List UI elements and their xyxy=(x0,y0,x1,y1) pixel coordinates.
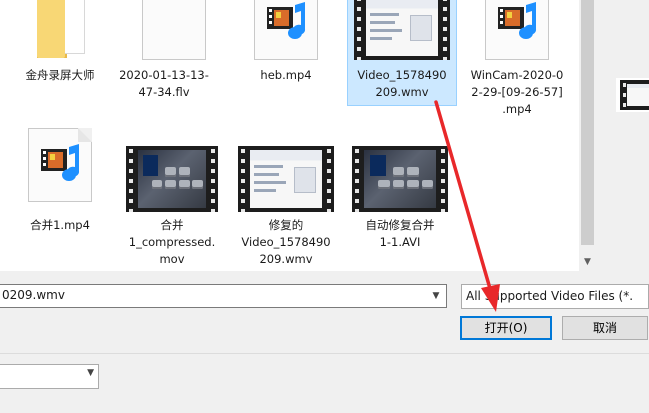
file-item-flv[interactable]: 2020-01-13-13- 47-34.flv xyxy=(110,0,218,105)
lower-dropdown[interactable]: ▼ xyxy=(0,364,99,389)
file-item-folder[interactable]: 金舟录屏大师 xyxy=(6,0,114,88)
file-item-merge-mp4[interactable]: 合并1.mp4 xyxy=(6,128,114,238)
video-thumbnail-icon xyxy=(348,0,456,64)
scrollbar-thumb[interactable] xyxy=(581,0,594,245)
file-item-auto-repair-avi[interactable]: 自动修复合并 1-1.AVI xyxy=(346,134,454,255)
file-list-view[interactable]: 金舟录屏大师 2020-01-13-13- 47-34.flv heb.mp4 … xyxy=(0,0,596,271)
media-file-icon xyxy=(232,0,340,64)
divider xyxy=(0,353,649,354)
vertical-scrollbar[interactable]: ▼ xyxy=(579,0,596,271)
video-thumbnail-icon xyxy=(232,134,340,214)
chevron-down-icon[interactable]: ▼ xyxy=(428,287,444,305)
file-item-repaired-wmv[interactable]: 修复的 Video_1578490 209.wmv xyxy=(232,134,340,271)
file-name: WinCam-2020-0 2-29-[09-26-57] .mp4 xyxy=(470,68,564,116)
file-name: 2020-01-13-13- 47-34.flv xyxy=(119,68,209,99)
file-name: Video_1578490 209.wmv xyxy=(348,64,456,105)
video-thumbnail-icon xyxy=(620,80,649,110)
document-icon xyxy=(110,0,218,64)
video-thumbnail-icon xyxy=(118,134,226,214)
file-name-input[interactable]: 0209.wmv ▼ xyxy=(0,284,447,308)
video-thumbnail-icon xyxy=(346,134,454,214)
file-type-select[interactable]: All Supported Video Files (*. xyxy=(461,284,649,309)
cancel-button[interactable]: 取消 xyxy=(562,316,648,340)
file-item-video-wmv[interactable]: Video_1578490 209.wmv xyxy=(347,0,457,106)
file-name-value: 0209.wmv xyxy=(2,288,65,302)
file-name: 自动修复合并 1-1.AVI xyxy=(365,218,435,249)
file-name: 修复的 Video_1578490 209.wmv xyxy=(241,218,331,266)
open-button[interactable]: 打开(O) xyxy=(460,316,552,340)
file-item-heb[interactable]: heb.mp4 xyxy=(232,0,340,88)
media-file-icon xyxy=(463,0,571,64)
file-name: 合并1.mp4 xyxy=(30,218,90,232)
file-type-value: All Supported Video Files (*. xyxy=(466,289,634,303)
chevron-down-icon[interactable]: ▼ xyxy=(87,368,94,378)
folder-icon xyxy=(6,0,114,64)
file-item-wincam[interactable]: WinCam-2020-0 2-29-[09-26-57] .mp4 xyxy=(463,0,571,122)
media-file-icon xyxy=(6,128,114,214)
file-name: 合并 1_compressed. mov xyxy=(128,218,216,266)
partial-file-item[interactable] xyxy=(616,78,649,112)
scroll-down-arrow-icon[interactable]: ▼ xyxy=(579,254,596,271)
file-item-compressed-mov[interactable]: 合并 1_compressed. mov xyxy=(118,134,226,271)
file-name: heb.mp4 xyxy=(260,68,312,82)
file-name: 金舟录屏大师 xyxy=(25,68,95,82)
